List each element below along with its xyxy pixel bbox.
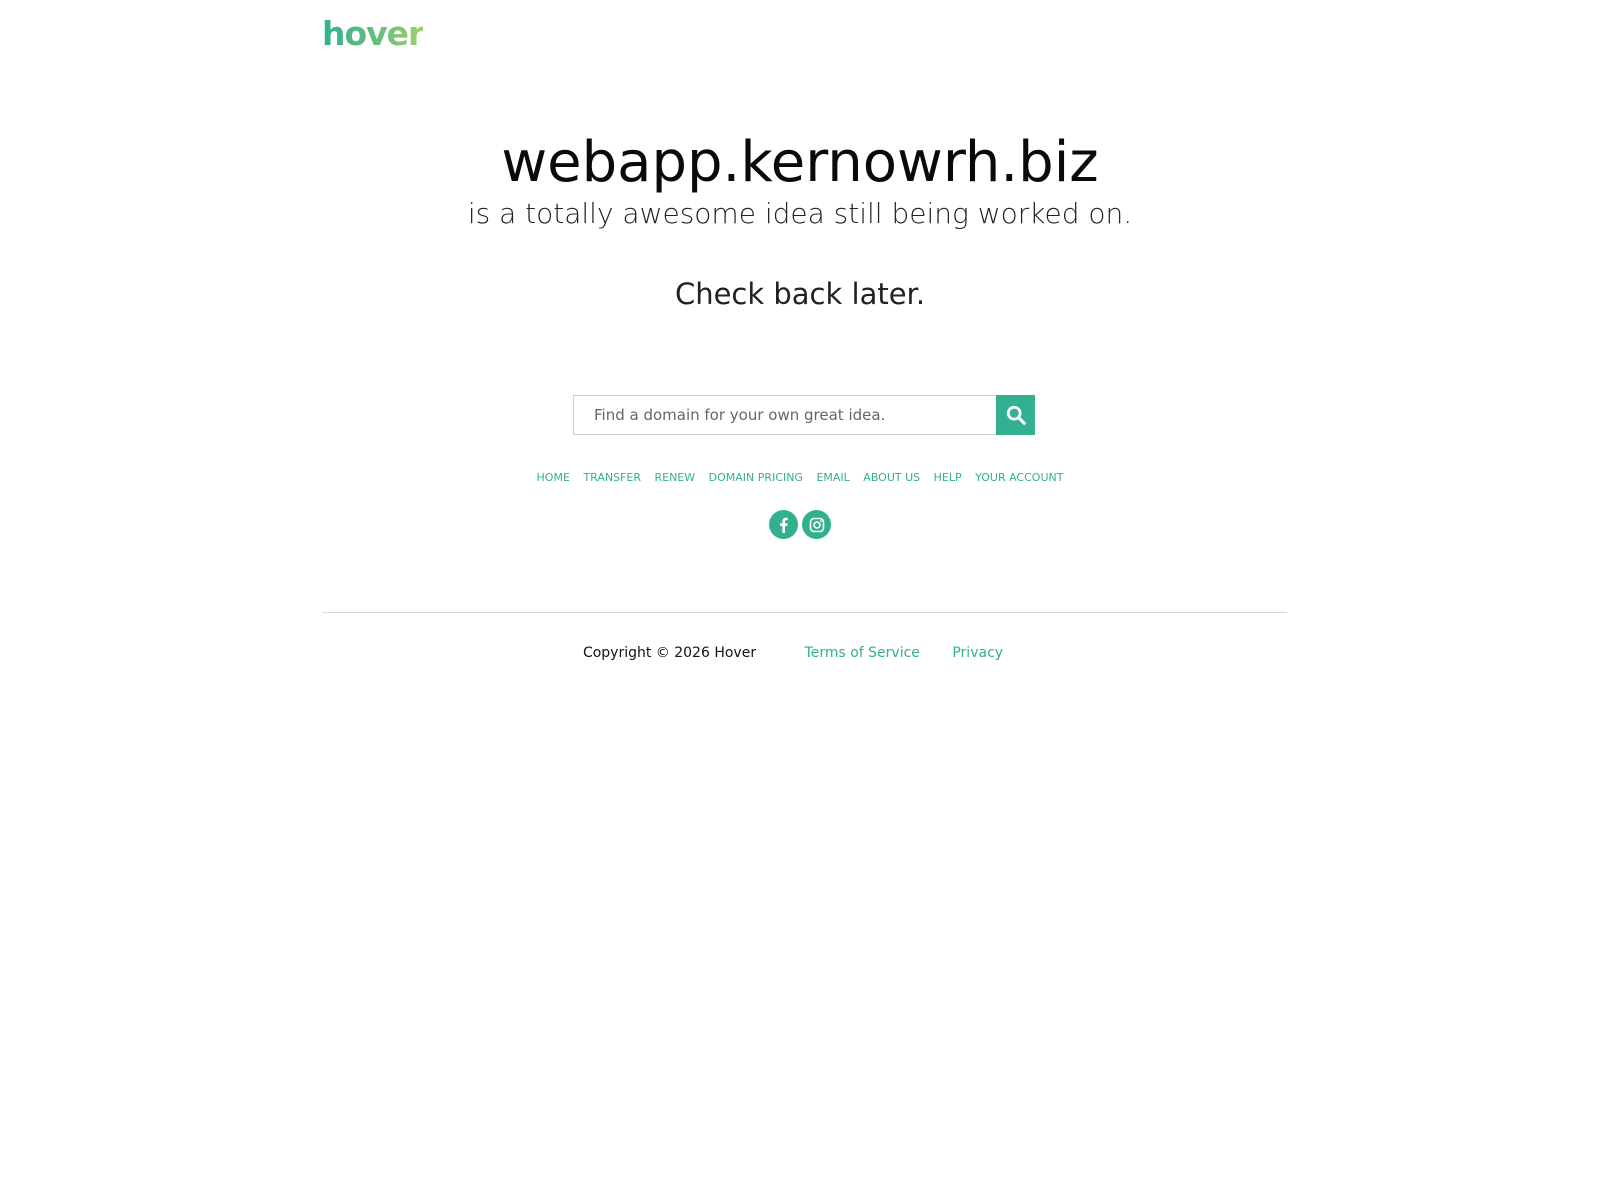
search-button[interactable] (996, 395, 1035, 435)
facebook-icon (779, 517, 788, 533)
privacy-link[interactable]: Privacy (952, 645, 1003, 661)
copyright-text: Copyright © 2026 Hover (582, 645, 757, 661)
facebook-link[interactable] (769, 510, 798, 539)
check-back-text: Check back later. (674, 277, 926, 311)
search-icon (1006, 405, 1026, 425)
site-footer: Copyright © 2026 Hover Terms of Service … (0, 643, 1600, 663)
instagram-icon (809, 517, 824, 532)
site-header: hover (322, 14, 424, 54)
tagline: is a totally awesome idea still being wo… (467, 197, 1133, 230)
nav-link-your-account[interactable]: YOUR ACCOUNT (975, 471, 1063, 484)
domain-search-input[interactable] (573, 395, 996, 435)
social-links (0, 510, 1600, 539)
domain-search-form (573, 395, 1035, 435)
hover-logo[interactable]: hover (322, 14, 424, 54)
nav-link-home[interactable]: HOME (537, 471, 570, 484)
terms-of-service-link[interactable]: Terms of Service (805, 645, 920, 661)
nav-link-renew[interactable]: RENEW (654, 471, 695, 484)
nav-link-domain-pricing[interactable]: DOMAIN PRICING (709, 471, 803, 484)
footer-nav: HOME TRANSFER RENEW DOMAIN PRICING EMAIL… (0, 470, 1600, 486)
nav-link-help[interactable]: HELP (934, 471, 962, 484)
nav-link-email[interactable]: EMAIL (816, 471, 849, 484)
instagram-link[interactable] (802, 510, 831, 539)
footer-divider (322, 612, 1287, 613)
domain-title: webapp.kernowrh.biz (501, 130, 1099, 195)
nav-link-transfer[interactable]: TRANSFER (583, 471, 641, 484)
nav-link-about-us[interactable]: ABOUT US (863, 471, 920, 484)
